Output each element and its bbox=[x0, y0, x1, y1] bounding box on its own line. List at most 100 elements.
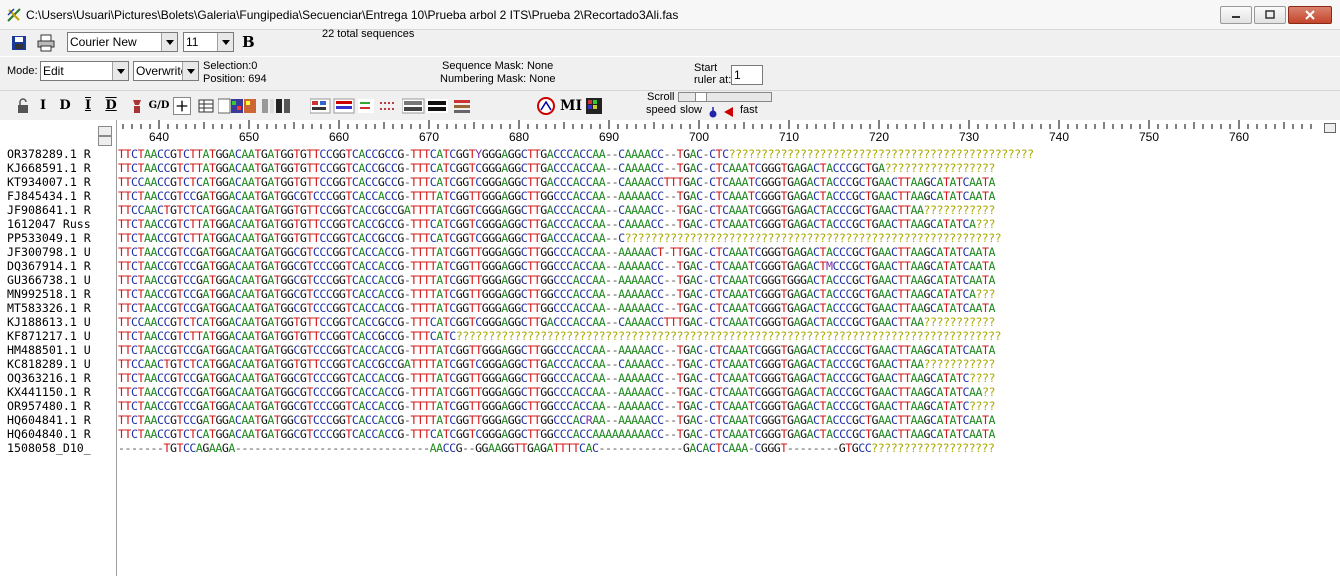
ruler-number: 680 bbox=[509, 130, 530, 144]
sequence-row[interactable]: TTCTAACCGTCCGATGGACAATGATGGCGTCCCGGTCACC… bbox=[118, 273, 1340, 287]
sequence-row[interactable]: TTCTAACCGTCCGATGGACAATGATGGCGTCCCGGTCACC… bbox=[118, 245, 1340, 259]
sequence-row[interactable]: TTCTAACCGTCTTATGGACAATGATGGTGTTCCGGTCACC… bbox=[118, 329, 1340, 343]
scroll-down-button[interactable] bbox=[98, 136, 112, 146]
sequence-row[interactable]: TTCCAACTGTCTCATGGACAATGATGGTGTTCCGGTCACC… bbox=[118, 203, 1340, 217]
close-icon bbox=[1305, 10, 1315, 20]
insert-tool[interactable]: I bbox=[36, 97, 50, 115]
sequence-name[interactable]: KJ668591.1 R bbox=[0, 161, 117, 175]
sequence-row[interactable]: TTCCAACCGTCTCATGGACAATGATGGTGTTCCGGTCACC… bbox=[118, 315, 1340, 329]
minimize-icon bbox=[1232, 16, 1240, 18]
chevron-down-icon bbox=[112, 62, 128, 80]
grid-tool-icon[interactable] bbox=[197, 97, 215, 115]
sequence-name[interactable]: JF300798.1 U bbox=[0, 245, 117, 259]
sequence-row[interactable]: TTCTAACCGTCCGATGGACAATGATGGCGTCCCGGTCACC… bbox=[118, 413, 1340, 427]
ruler-number: 650 bbox=[239, 130, 260, 144]
sequence-name[interactable]: GU366738.1 U bbox=[0, 273, 117, 287]
sequence-name[interactable]: KF871217.1 U bbox=[0, 329, 117, 343]
sequence-name-panel: OR378289.1 R KJ668591.1 R KT934007.1 R FJ84… bbox=[0, 120, 117, 576]
triplet-icon[interactable] bbox=[452, 97, 472, 115]
font-value: Courier New bbox=[70, 35, 137, 49]
matrix-icon[interactable] bbox=[585, 97, 603, 115]
sequence-row[interactable]: TTCTAACCGTCCGATGGACAATGATGGCGTCCCGGTCACC… bbox=[118, 399, 1340, 413]
sequence-row[interactable]: TTCTAACCGTCCGATGGACAATGATGGCGTCCCGGTCACC… bbox=[118, 189, 1340, 203]
sequence-name[interactable]: HQ604841.1 R bbox=[0, 413, 117, 427]
sequence-name[interactable]: KJ188613.1 U bbox=[0, 315, 117, 329]
window-title: C:\Users\Usuari\Pictures\Bolets\Galeria\… bbox=[26, 8, 679, 22]
status-toolbar: Mode: Edit Overwrite Selection:0 Positio… bbox=[0, 56, 1340, 90]
sequence-name-list: OR378289.1 R KJ668591.1 R KT934007.1 R FJ84… bbox=[0, 147, 117, 455]
sequence-name[interactable]: JF908641.1 R bbox=[0, 203, 117, 217]
scroll-up-button[interactable] bbox=[98, 126, 112, 136]
sequence-name[interactable]: DQ367914.1 R bbox=[0, 259, 117, 273]
scroll-speed-slider[interactable] bbox=[678, 92, 772, 102]
ruler-number: 740 bbox=[1049, 130, 1070, 144]
chevron-down-icon bbox=[182, 62, 198, 80]
sequence-name[interactable]: KC818289.1 U bbox=[0, 357, 117, 371]
total-sequences: 22 total sequences bbox=[322, 28, 415, 40]
cursor-tool-icon[interactable] bbox=[173, 97, 191, 115]
sequence-row[interactable]: TTCTAACCGTCCGATGGACAATGATGGCGTCCCGGTCACC… bbox=[118, 301, 1340, 315]
sequence-name[interactable]: MT583326.1 R bbox=[0, 301, 117, 315]
sequence-row[interactable]: TTCTAACCGTCTCATGGACAATGATGGCGTCCCGGTCACC… bbox=[118, 427, 1340, 441]
sequence-row[interactable]: TTCCAACTGTCTCATGGACAATGATGGTGTTCCGGTCACC… bbox=[118, 357, 1340, 371]
sequence-name[interactable]: OR957480.1 R bbox=[0, 399, 117, 413]
shade-icon[interactable] bbox=[262, 97, 306, 115]
reverse-icon[interactable] bbox=[378, 97, 400, 115]
sequence-name[interactable]: KT934007.1 R bbox=[0, 175, 117, 189]
sequence-row[interactable]: -------TGTCCAGAAGA----------------------… bbox=[118, 441, 1340, 455]
sequence-row[interactable]: TTCTAACCGTCCGATGGACAATGATGGCGTCCCGGTCACC… bbox=[118, 371, 1340, 385]
sequence-row[interactable]: TTCTAACCGTCTTATGGACAATGATGGTGTTCCGGTCACC… bbox=[118, 161, 1340, 175]
sequence-name[interactable]: HQ604840.1 R bbox=[0, 427, 117, 441]
sequence-name[interactable]: KX441150.1 R bbox=[0, 385, 117, 399]
sequence-name[interactable]: OR378289.1 R bbox=[0, 147, 117, 161]
maximize-button[interactable] bbox=[1254, 6, 1286, 24]
minimize-button[interactable] bbox=[1220, 6, 1252, 24]
sequence-name[interactable]: MN992518.1 R bbox=[0, 287, 117, 301]
mi-tool[interactable]: MI bbox=[559, 97, 583, 115]
sequence-row[interactable]: TTCTAACCGTCTTATGGACAATGATGGTGTTCCGGTCACC… bbox=[118, 217, 1340, 231]
delete-all-tool[interactable]: D bbox=[104, 97, 118, 115]
start-ruler-input[interactable]: 1 bbox=[731, 65, 763, 85]
font-size-select[interactable]: 11 bbox=[183, 32, 234, 52]
sequence-row[interactable]: TTCTAACCGTCCGATGGACAATGATGGCGTCCCGGTCACC… bbox=[118, 259, 1340, 273]
gd-tool[interactable]: G/D bbox=[148, 97, 170, 115]
title-bar: C:\Users\Usuari\Pictures\Bolets\Galeria\… bbox=[0, 0, 1340, 30]
lock-icon[interactable] bbox=[14, 97, 32, 115]
selection-readout: Selection:0 bbox=[203, 60, 258, 72]
font-size-value: 11 bbox=[186, 35, 199, 49]
insert-all-tool[interactable]: I bbox=[81, 97, 95, 115]
sequence-row[interactable]: TTCTAACCGTCTTATGGACAATGATGGTGTTCCGGTCACC… bbox=[118, 147, 1340, 161]
sequence-name[interactable]: FJ845434.1 R bbox=[0, 189, 117, 203]
slider-thumb[interactable] bbox=[695, 93, 707, 101]
translation-icon[interactable] bbox=[310, 97, 376, 115]
sequence-name[interactable]: OQ363216.1 R bbox=[0, 371, 117, 385]
sequence-row[interactable]: TTCTAACCGTCCGATGGACAATGATGGCGTCCCGGTCACC… bbox=[118, 385, 1340, 399]
ruler-nav-button[interactable] bbox=[1324, 123, 1336, 133]
sequence-name[interactable]: 1508058_D10_ bbox=[0, 441, 117, 455]
sequence-row[interactable]: TTCTAACCGTCCGATGGACAATGATGGCGTCCCGGTCACC… bbox=[118, 343, 1340, 357]
restriction-icon[interactable] bbox=[536, 97, 556, 115]
font-select[interactable]: Courier New bbox=[67, 32, 178, 52]
delete-tool[interactable]: D bbox=[58, 97, 72, 115]
sequence-name[interactable]: PP533049.1 R bbox=[0, 231, 117, 245]
sequence-row[interactable]: TTCCAACCGTCTCATGGACAATGATGGTGTTCCGGTCACC… bbox=[118, 175, 1340, 189]
color-bases-icon[interactable] bbox=[218, 97, 258, 115]
fast-icon bbox=[724, 107, 733, 117]
sequence-rows: TTCTAACCGTCTTATGGACAATGATGGTGTTCCGGTCACC… bbox=[118, 147, 1340, 455]
mode-label: Mode: bbox=[7, 65, 38, 77]
ruler-number: 640 bbox=[149, 130, 170, 144]
bold-button[interactable]: B bbox=[242, 33, 255, 51]
sequence-name[interactable]: 1612047 Russ bbox=[0, 217, 117, 231]
codon-icon[interactable] bbox=[402, 97, 450, 115]
slow-icon bbox=[709, 107, 717, 118]
sequence-name[interactable]: HM488501.1 U bbox=[0, 343, 117, 357]
print-icon[interactable] bbox=[37, 34, 55, 52]
slide-icon[interactable] bbox=[128, 97, 146, 115]
insert-mode-select[interactable]: Overwrite bbox=[133, 61, 199, 81]
sequence-row[interactable]: TTCTAACCGTCCGATGGACAATGATGGCGTCCCGGTCACC… bbox=[118, 287, 1340, 301]
sequence-row[interactable]: TTCTAACCGTCTTATGGACAATGATGGTGTTCCGGTCACC… bbox=[118, 231, 1340, 245]
save-icon[interactable] bbox=[11, 35, 27, 51]
mode-select[interactable]: Edit bbox=[40, 61, 129, 81]
close-button[interactable] bbox=[1288, 6, 1332, 24]
font-toolbar: Courier New 11 B 22 total sequences bbox=[0, 28, 1340, 56]
